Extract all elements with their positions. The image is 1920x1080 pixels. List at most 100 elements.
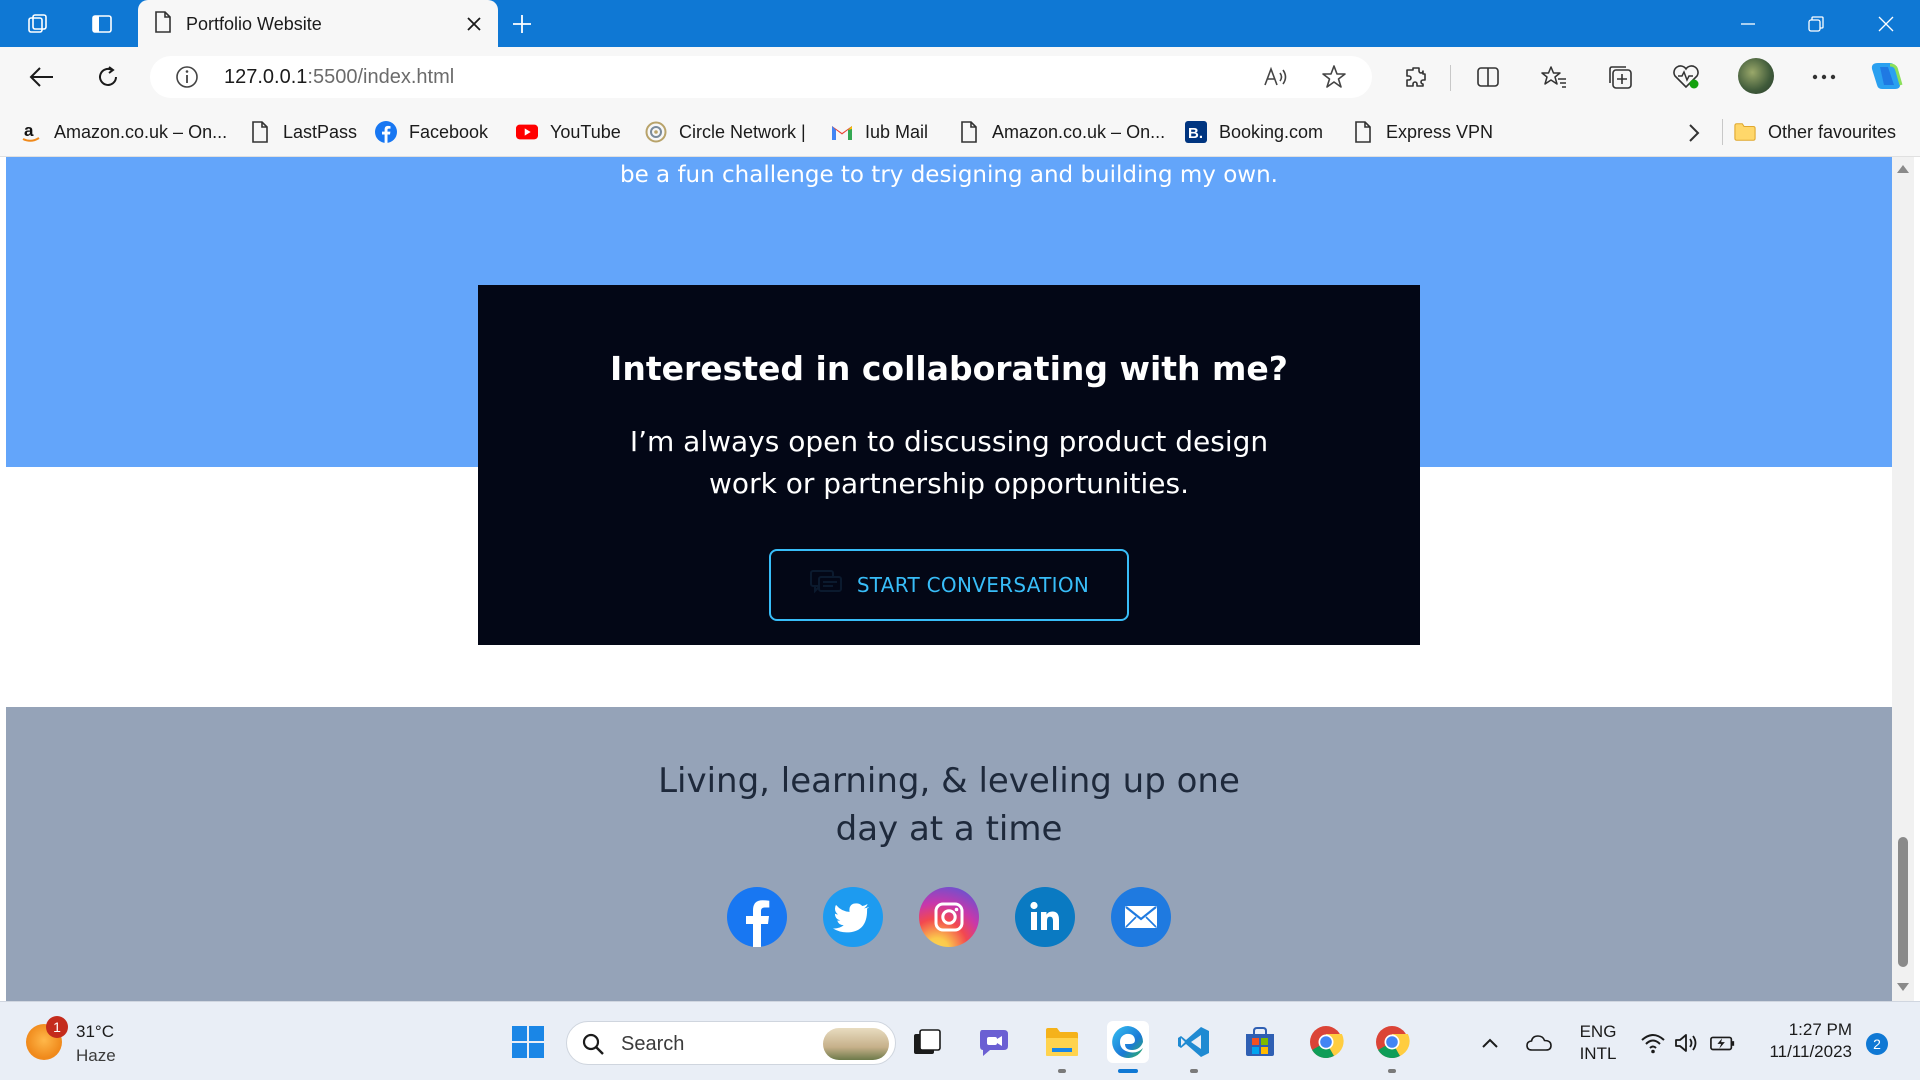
- weather-temperature: 31°C: [76, 1022, 114, 1041]
- back-icon[interactable]: [22, 57, 62, 97]
- url-text[interactable]: 127.0.0.1:5500/index.html: [224, 66, 454, 89]
- favourite-amazon-1[interactable]: a Amazon.co.uk – On...: [20, 117, 227, 147]
- browser-essentials-icon[interactable]: [1668, 59, 1704, 95]
- start-button[interactable]: [507, 1021, 549, 1063]
- footer-tagline-line: Living, learning, & leveling up one: [658, 761, 1240, 801]
- site-info-icon[interactable]: [174, 64, 200, 90]
- linkedin-icon[interactable]: [1015, 887, 1075, 947]
- minimize-icon[interactable]: [1720, 0, 1776, 47]
- new-tab-icon[interactable]: [506, 8, 538, 40]
- edge-browser-icon[interactable]: [1107, 1021, 1149, 1073]
- instagram-icon[interactable]: [919, 887, 979, 947]
- other-favourites[interactable]: Other favourites: [1734, 117, 1896, 147]
- restore-icon[interactable]: [1788, 0, 1844, 47]
- twitter-icon[interactable]: [823, 887, 883, 947]
- chrome-profile-icon[interactable]: [1371, 1021, 1413, 1073]
- weather-widget[interactable]: 1 31°C Haze: [26, 1016, 146, 1068]
- favourite-label: Iub Mail: [865, 121, 929, 142]
- facebook-icon: [375, 121, 397, 143]
- workspaces-icon[interactable]: [14, 0, 62, 47]
- circle-network-icon: [645, 121, 667, 143]
- chevron-right-icon[interactable]: [1682, 121, 1706, 145]
- search-highlight-image: [823, 1028, 889, 1060]
- scroll-down-arrow[interactable]: [1897, 983, 1909, 991]
- search-icon: [581, 1032, 605, 1056]
- extensions-icon[interactable]: [1398, 59, 1434, 95]
- page-viewport: be a fun challenge to try designing and …: [6, 157, 1892, 1001]
- email-icon[interactable]: [1111, 887, 1171, 947]
- scroll-up-arrow[interactable]: [1897, 165, 1909, 173]
- folder-icon: [1734, 121, 1756, 143]
- chat-bubbles-icon: [809, 569, 843, 601]
- booking-icon: B.: [1185, 121, 1207, 143]
- running-indicator: [1190, 1069, 1198, 1073]
- start-conversation-button[interactable]: START CONVERSATION: [769, 549, 1129, 621]
- favourite-label: Amazon.co.uk – On...: [54, 121, 228, 142]
- favourite-youtube[interactable]: YouTube: [516, 117, 621, 147]
- favourite-circle-network[interactable]: Circle Network |: [645, 117, 806, 147]
- split-screen-icon[interactable]: [1470, 59, 1506, 95]
- favourite-iub-mail[interactable]: Iub Mail: [831, 117, 928, 147]
- teams-chat-icon[interactable]: [974, 1021, 1016, 1063]
- vertical-tabs-icon[interactable]: [78, 0, 126, 47]
- weather-condition: Haze: [76, 1046, 116, 1065]
- collaboration-text: I’m always open to discussing product de…: [628, 421, 1270, 505]
- start-conversation-label: START CONVERSATION: [856, 573, 1090, 597]
- clock-time: 1:27 PM: [1788, 1020, 1852, 1039]
- collaboration-text-line: I’m always open to discussing product de…: [629, 425, 1269, 458]
- favourites-icon[interactable]: [1536, 59, 1572, 95]
- favourite-express-vpn[interactable]: Express VPN: [1352, 117, 1493, 147]
- copilot-icon[interactable]: [1868, 59, 1904, 95]
- clock[interactable]: 1:27 PM 11/11/2023: [1752, 1020, 1852, 1062]
- footer: Living, learning, & leveling up one day …: [6, 707, 1892, 1001]
- address-bar[interactable]: 127.0.0.1:5500/index.html: [150, 56, 1372, 98]
- amazon-icon: a: [20, 121, 42, 143]
- running-indicator: [1388, 1069, 1396, 1073]
- facebook-icon[interactable]: [727, 887, 787, 947]
- wifi-icon[interactable]: [1640, 1030, 1666, 1056]
- task-view-icon[interactable]: [906, 1021, 948, 1063]
- page-icon: [249, 121, 271, 143]
- taskbar-search[interactable]: Search: [566, 1021, 896, 1065]
- favourite-amazon-2[interactable]: Amazon.co.uk – On...: [958, 117, 1165, 147]
- favourite-label: LastPass: [283, 121, 358, 142]
- profile-avatar[interactable]: [1738, 58, 1774, 94]
- tab-portfolio-website[interactable]: Portfolio Website: [138, 0, 498, 48]
- favourite-label: Amazon.co.uk – On...: [992, 121, 1166, 142]
- collaboration-title: Interested in collaborating with me?: [610, 349, 1288, 388]
- chrome-icon[interactable]: [1305, 1021, 1347, 1063]
- close-tab-icon[interactable]: [460, 10, 488, 38]
- favourite-lastpass[interactable]: LastPass: [249, 117, 357, 147]
- page-icon: [1352, 121, 1374, 143]
- page-scrollbar[interactable]: [1892, 157, 1914, 1001]
- search-placeholder: Search: [621, 1033, 685, 1055]
- read-aloud-icon[interactable]: [1262, 63, 1290, 91]
- more-options-icon[interactable]: [1806, 59, 1842, 95]
- language-code: ENG: [1579, 1022, 1617, 1041]
- close-window-icon[interactable]: [1858, 0, 1914, 47]
- onedrive-cloud-icon[interactable]: [1526, 1030, 1552, 1056]
- notification-count-badge[interactable]: 2: [1866, 1033, 1888, 1055]
- microsoft-store-icon[interactable]: [1239, 1021, 1281, 1063]
- refresh-icon[interactable]: [88, 57, 128, 97]
- favourite-booking[interactable]: B. Booking.com: [1185, 117, 1323, 147]
- favourite-label: YouTube: [550, 121, 621, 142]
- page-icon: [154, 11, 172, 37]
- chevron-up-icon[interactable]: [1477, 1030, 1503, 1056]
- address-bar-row: 127.0.0.1:5500/index.html: [0, 47, 1920, 107]
- collections-icon[interactable]: [1602, 59, 1638, 95]
- language-indicator[interactable]: ENG INTL: [1578, 1022, 1618, 1064]
- favourite-star-icon[interactable]: [1320, 63, 1348, 91]
- favourite-label: Booking.com: [1219, 121, 1324, 142]
- vscode-icon[interactable]: [1173, 1021, 1215, 1073]
- clock-date: 11/11/2023: [1769, 1042, 1852, 1061]
- scrollbar-thumb[interactable]: [1898, 837, 1908, 967]
- volume-icon[interactable]: [1674, 1030, 1700, 1056]
- battery-charging-icon[interactable]: [1710, 1030, 1736, 1056]
- favourite-facebook[interactable]: Facebook: [375, 117, 488, 147]
- weather-badge: 1: [46, 1016, 68, 1038]
- collaboration-card: Interested in collaborating with me? I’m…: [478, 285, 1420, 645]
- gmail-icon: [831, 121, 853, 143]
- tab-title: Portfolio Website: [186, 13, 322, 34]
- file-explorer-icon[interactable]: [1041, 1021, 1083, 1073]
